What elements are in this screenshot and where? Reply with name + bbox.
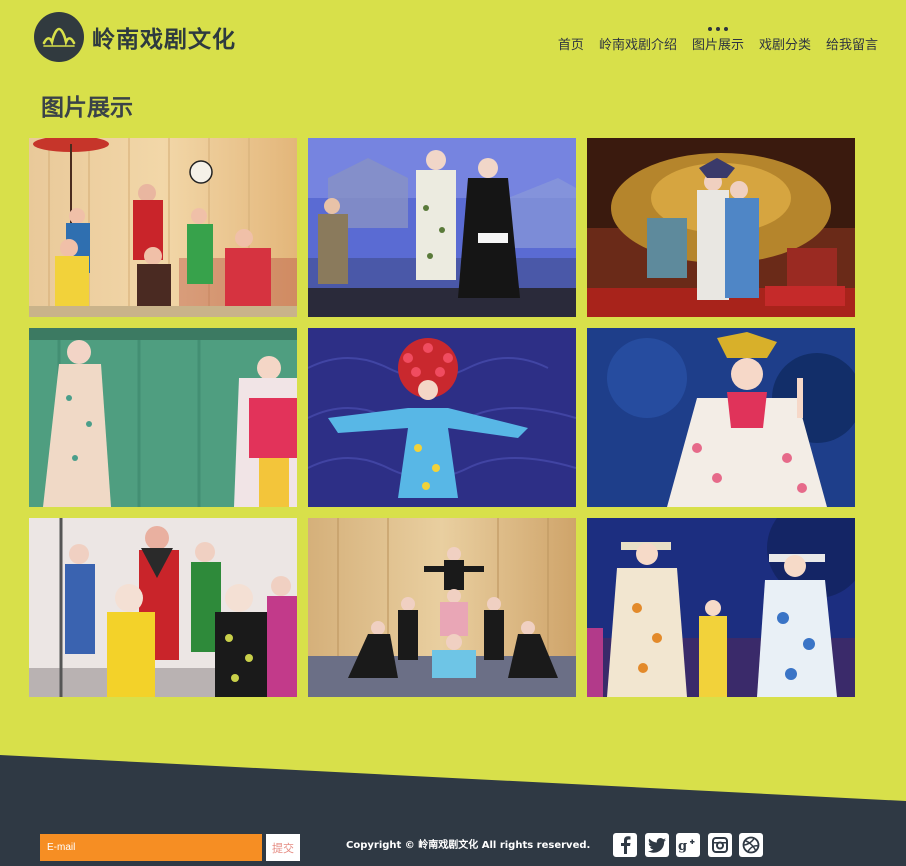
opera-photo-1-image (29, 138, 297, 317)
twitter-icon[interactable] (644, 833, 669, 857)
opera-photo-1[interactable] (29, 138, 297, 317)
page-title: 图片展示 (41, 95, 133, 121)
nav-item-message[interactable]: 给我留言 (826, 34, 878, 53)
main-nav: 首页 岭南戏剧介绍 图片展示 戏剧分类 给我留言 (543, 27, 878, 53)
logo-mark-icon (34, 12, 84, 62)
photo-gallery (29, 138, 855, 697)
opera-photo-6-image (587, 328, 855, 507)
opera-photo-7-image (29, 518, 297, 697)
submit-button[interactable]: 提交 (266, 834, 300, 861)
opera-photo-7[interactable] (29, 518, 297, 697)
opera-photo-4-image (29, 328, 297, 507)
opera-photo-5-image (308, 328, 576, 507)
google-plus-icon[interactable]: g (676, 833, 700, 857)
opera-photo-4[interactable] (29, 328, 297, 507)
opera-photo-9-image (587, 518, 855, 697)
site-header: 岭南戏剧文化 首页 岭南戏剧介绍 图片展示 戏剧分类 给我留言 (0, 0, 906, 80)
nav-item-intro[interactable]: 岭南戏剧介绍 (599, 34, 677, 53)
dribbble-icon[interactable] (739, 833, 763, 857)
logo-text: 岭南戏剧文化 (92, 27, 236, 53)
nav-item-intro-label: 岭南戏剧介绍 (598, 38, 677, 53)
opera-photo-2-image (308, 138, 576, 317)
social-links: g (613, 833, 771, 857)
copyright-text: Copyright © 岭南戏剧文化 All rights reserved. (346, 840, 591, 851)
opera-photo-9[interactable] (587, 518, 855, 697)
opera-photo-3[interactable] (587, 138, 855, 317)
nav-item-gallery[interactable]: 图片展示 (691, 27, 744, 53)
svg-text:g: g (678, 839, 687, 853)
opera-photo-2[interactable] (308, 138, 576, 317)
opera-photo-3-image (587, 138, 855, 317)
site-logo[interactable]: 岭南戏剧文化 (34, 12, 236, 62)
opera-photo-8[interactable] (308, 518, 576, 697)
facebook-icon[interactable] (613, 833, 637, 857)
instagram-icon[interactable] (707, 833, 732, 857)
nav-item-home[interactable]: 首页 (558, 34, 584, 53)
active-indicator (707, 27, 728, 31)
opera-photo-6[interactable] (587, 328, 855, 507)
email-field[interactable] (40, 834, 262, 861)
nav-item-gallery-label: 图片展示 (691, 38, 744, 53)
nav-item-categories[interactable]: 戏剧分类 (759, 34, 811, 53)
opera-photo-8-image (308, 518, 576, 697)
opera-photo-5[interactable] (308, 328, 576, 507)
